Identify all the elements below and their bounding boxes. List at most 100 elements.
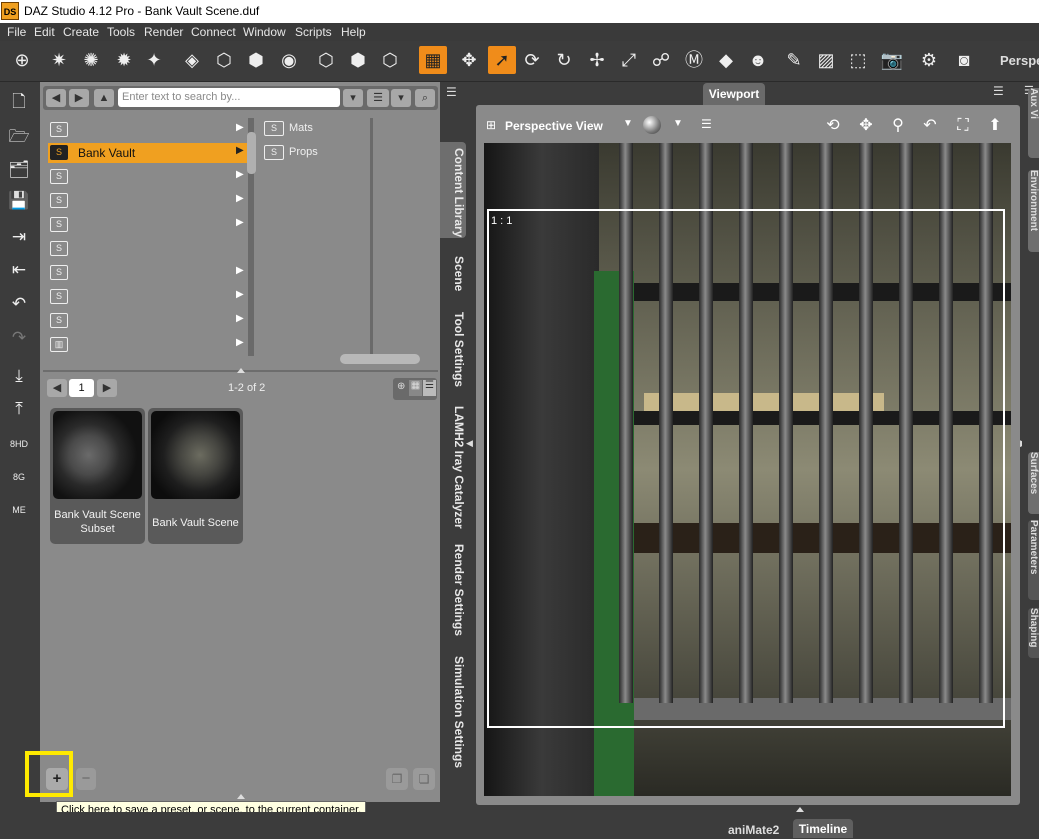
export-icon[interactable]: ⇤ <box>7 258 31 282</box>
up-folder-button[interactable]: ▲ <box>94 89 114 107</box>
render-icon[interactable]: ◙ <box>950 46 978 74</box>
tab-scene[interactable]: Scene <box>440 250 466 300</box>
scale-icon[interactable]: ⤢ <box>615 46 643 74</box>
tree-folder[interactable]: S <box>48 239 253 259</box>
tree-folder[interactable]: S ▶ <box>48 120 253 140</box>
render-settings-icon[interactable]: ⚙ <box>915 46 943 74</box>
viewport-options-icon[interactable]: ☰ <box>701 117 712 131</box>
undo-icon[interactable]: ↶ <box>7 292 31 316</box>
create-cube-icon[interactable]: ⬡ <box>210 46 238 74</box>
fit-to-icon[interactable]: ⤒ <box>7 397 31 421</box>
tree-folder[interactable]: S ▶ <box>48 167 253 187</box>
back-button[interactable]: ◀ <box>46 89 66 107</box>
rotate-icon[interactable]: ↻ <box>550 46 578 74</box>
create-node-icon[interactable]: ⬡ <box>312 46 340 74</box>
forward-button[interactable]: ▶ <box>69 89 89 107</box>
frame-icon[interactable]: ⛶ <box>951 115 975 137</box>
drop-to-floor-icon[interactable]: ⤓ <box>7 364 31 388</box>
translate-icon[interactable]: ✢ <box>583 46 611 74</box>
create-distant-light-icon[interactable]: ✷ <box>45 46 73 74</box>
joint-editor-icon[interactable]: ☍ <box>647 46 675 74</box>
create-primitive-icon[interactable]: ◈ <box>178 46 206 74</box>
figure-tool-icon[interactable]: ☻ <box>744 46 772 74</box>
render-8-hd-icon[interactable]: 8HD <box>7 432 31 456</box>
tab-viewport[interactable]: Viewport <box>703 83 765 105</box>
tab-environment[interactable]: Environment <box>1028 170 1039 252</box>
create-null-icon[interactable]: ⬢ <box>242 46 270 74</box>
tree-folder[interactable]: S ▶ <box>48 311 253 331</box>
tab-animate2[interactable]: aniMate2 <box>728 823 779 837</box>
menu-edit[interactable]: Edit <box>34 25 55 39</box>
expand-arrow-icon[interactable]: ▶ <box>236 145 244 156</box>
paste-icon[interactable]: ❏ <box>413 768 435 790</box>
grid-view-icon[interactable]: ▦ <box>409 380 422 396</box>
geometry-editor-icon[interactable]: ✎ <box>780 46 808 74</box>
search-options-dropdown[interactable]: ▾ <box>343 89 363 107</box>
tree-folder[interactable]: S ▶ <box>48 263 253 283</box>
tree-folder[interactable]: ▥ ▶ <box>48 335 253 355</box>
menu-connect[interactable]: Connect <box>191 25 236 39</box>
viewport-menu-icon[interactable]: ☰ <box>993 84 1013 102</box>
create-figure-icon[interactable]: ⬢ <box>344 46 372 74</box>
tab-simulation-settings[interactable]: Simulation Settings <box>440 650 466 770</box>
splitter-handle-icon[interactable] <box>237 794 245 799</box>
tab-tool-settings[interactable]: Tool Settings <box>440 306 466 394</box>
expand-arrow-icon[interactable]: ▶ <box>236 313 244 324</box>
subfolder-mats[interactable]: S Mats <box>262 119 382 139</box>
draw-style-dropdown-icon[interactable]: ▼ <box>673 118 683 129</box>
menu-create[interactable]: Create <box>63 25 99 39</box>
camera-dropdown-icon[interactable]: ▼ <box>623 118 633 129</box>
morph-tool-icon[interactable]: Ⓜ <box>680 46 708 74</box>
expand-arrow-icon[interactable]: ▶ <box>236 217 244 228</box>
search-input[interactable]: Enter text to search by... <box>118 88 340 107</box>
create-group-icon[interactable]: ◉ <box>275 46 303 74</box>
aim-icon[interactable]: ⬆ <box>983 115 1007 137</box>
tab-surfaces[interactable]: Surfaces <box>1028 452 1039 514</box>
draw-style-icon[interactable] <box>643 116 661 134</box>
tab-render-settings[interactable]: Render Settings <box>440 538 466 642</box>
remove-button[interactable]: − <box>76 768 96 790</box>
splitter-handle-icon[interactable] <box>237 368 245 373</box>
tree-folder-bank-vault[interactable]: S Bank Vault ▶ <box>48 143 253 163</box>
view-layout-icon[interactable]: ⊞ <box>486 118 496 132</box>
redo-icon[interactable]: ↷ <box>7 326 31 350</box>
region-navigator-icon[interactable]: ⬚ <box>844 46 872 74</box>
zoom-icon[interactable]: ⊕ <box>397 381 405 392</box>
tree-folder[interactable]: S ▶ <box>48 287 253 307</box>
universal-tool-icon[interactable]: ✥ <box>455 46 483 74</box>
horizontal-scrollbar-thumb[interactable] <box>340 354 420 364</box>
prev-page-button[interactable]: ◀ <box>47 379 67 397</box>
tab-content-library[interactable]: Content Library <box>440 142 466 238</box>
toolbar-perspective-label[interactable]: Perspe <box>1000 53 1039 68</box>
database-dropdown[interactable]: ▾ <box>391 89 411 107</box>
bank-icon[interactable]: ↶ <box>918 115 942 137</box>
open-file-icon[interactable]: 🗁 <box>7 125 31 149</box>
save-icon[interactable]: 💾 <box>7 189 31 213</box>
render-8g-hd-icon[interactable]: 8G <box>7 465 31 489</box>
expand-arrow-icon[interactable]: ▶ <box>236 337 244 348</box>
content-item[interactable]: Bank Vault Scene Subset <box>50 408 145 544</box>
create-camera-icon[interactable]: ⊕ <box>8 46 36 74</box>
expand-arrow-icon[interactable]: ▶ <box>236 169 244 180</box>
render-me-hd-icon[interactable]: ME <box>7 498 31 522</box>
tab-lamh2-iray-catalyzer[interactable]: LAMH2 Iray Catalyzer <box>440 400 466 530</box>
collapse-left-icon[interactable]: ◀ <box>466 438 473 449</box>
next-page-button[interactable]: ▶ <box>97 379 117 397</box>
menu-scripts[interactable]: Scripts <box>295 25 332 39</box>
expand-arrow-icon[interactable]: ▶ <box>236 193 244 204</box>
create-prop-icon[interactable]: ⬡ <box>376 46 404 74</box>
pan-icon[interactable]: ✥ <box>854 115 878 137</box>
expand-arrow-icon[interactable]: ▶ <box>236 122 244 133</box>
create-linear-light-icon[interactable]: ✦ <box>140 46 168 74</box>
active-pose-icon[interactable]: ➚ <box>488 46 516 74</box>
tree-folder[interactable]: S ▶ <box>48 215 253 235</box>
copy-icon[interactable]: ❐ <box>386 768 408 790</box>
content-item[interactable]: Bank Vault Scene <box>148 408 243 544</box>
surface-selection-icon[interactable]: ◆ <box>712 46 740 74</box>
menu-render[interactable]: Render <box>144 25 183 39</box>
geometry-sculptor-icon[interactable]: ▨ <box>812 46 840 74</box>
tree-scrollbar-thumb[interactable] <box>247 132 256 174</box>
node-selection-icon[interactable]: ▦ <box>419 46 447 74</box>
menu-help[interactable]: Help <box>341 25 366 39</box>
orbit-icon[interactable]: ⟲ <box>821 115 845 137</box>
